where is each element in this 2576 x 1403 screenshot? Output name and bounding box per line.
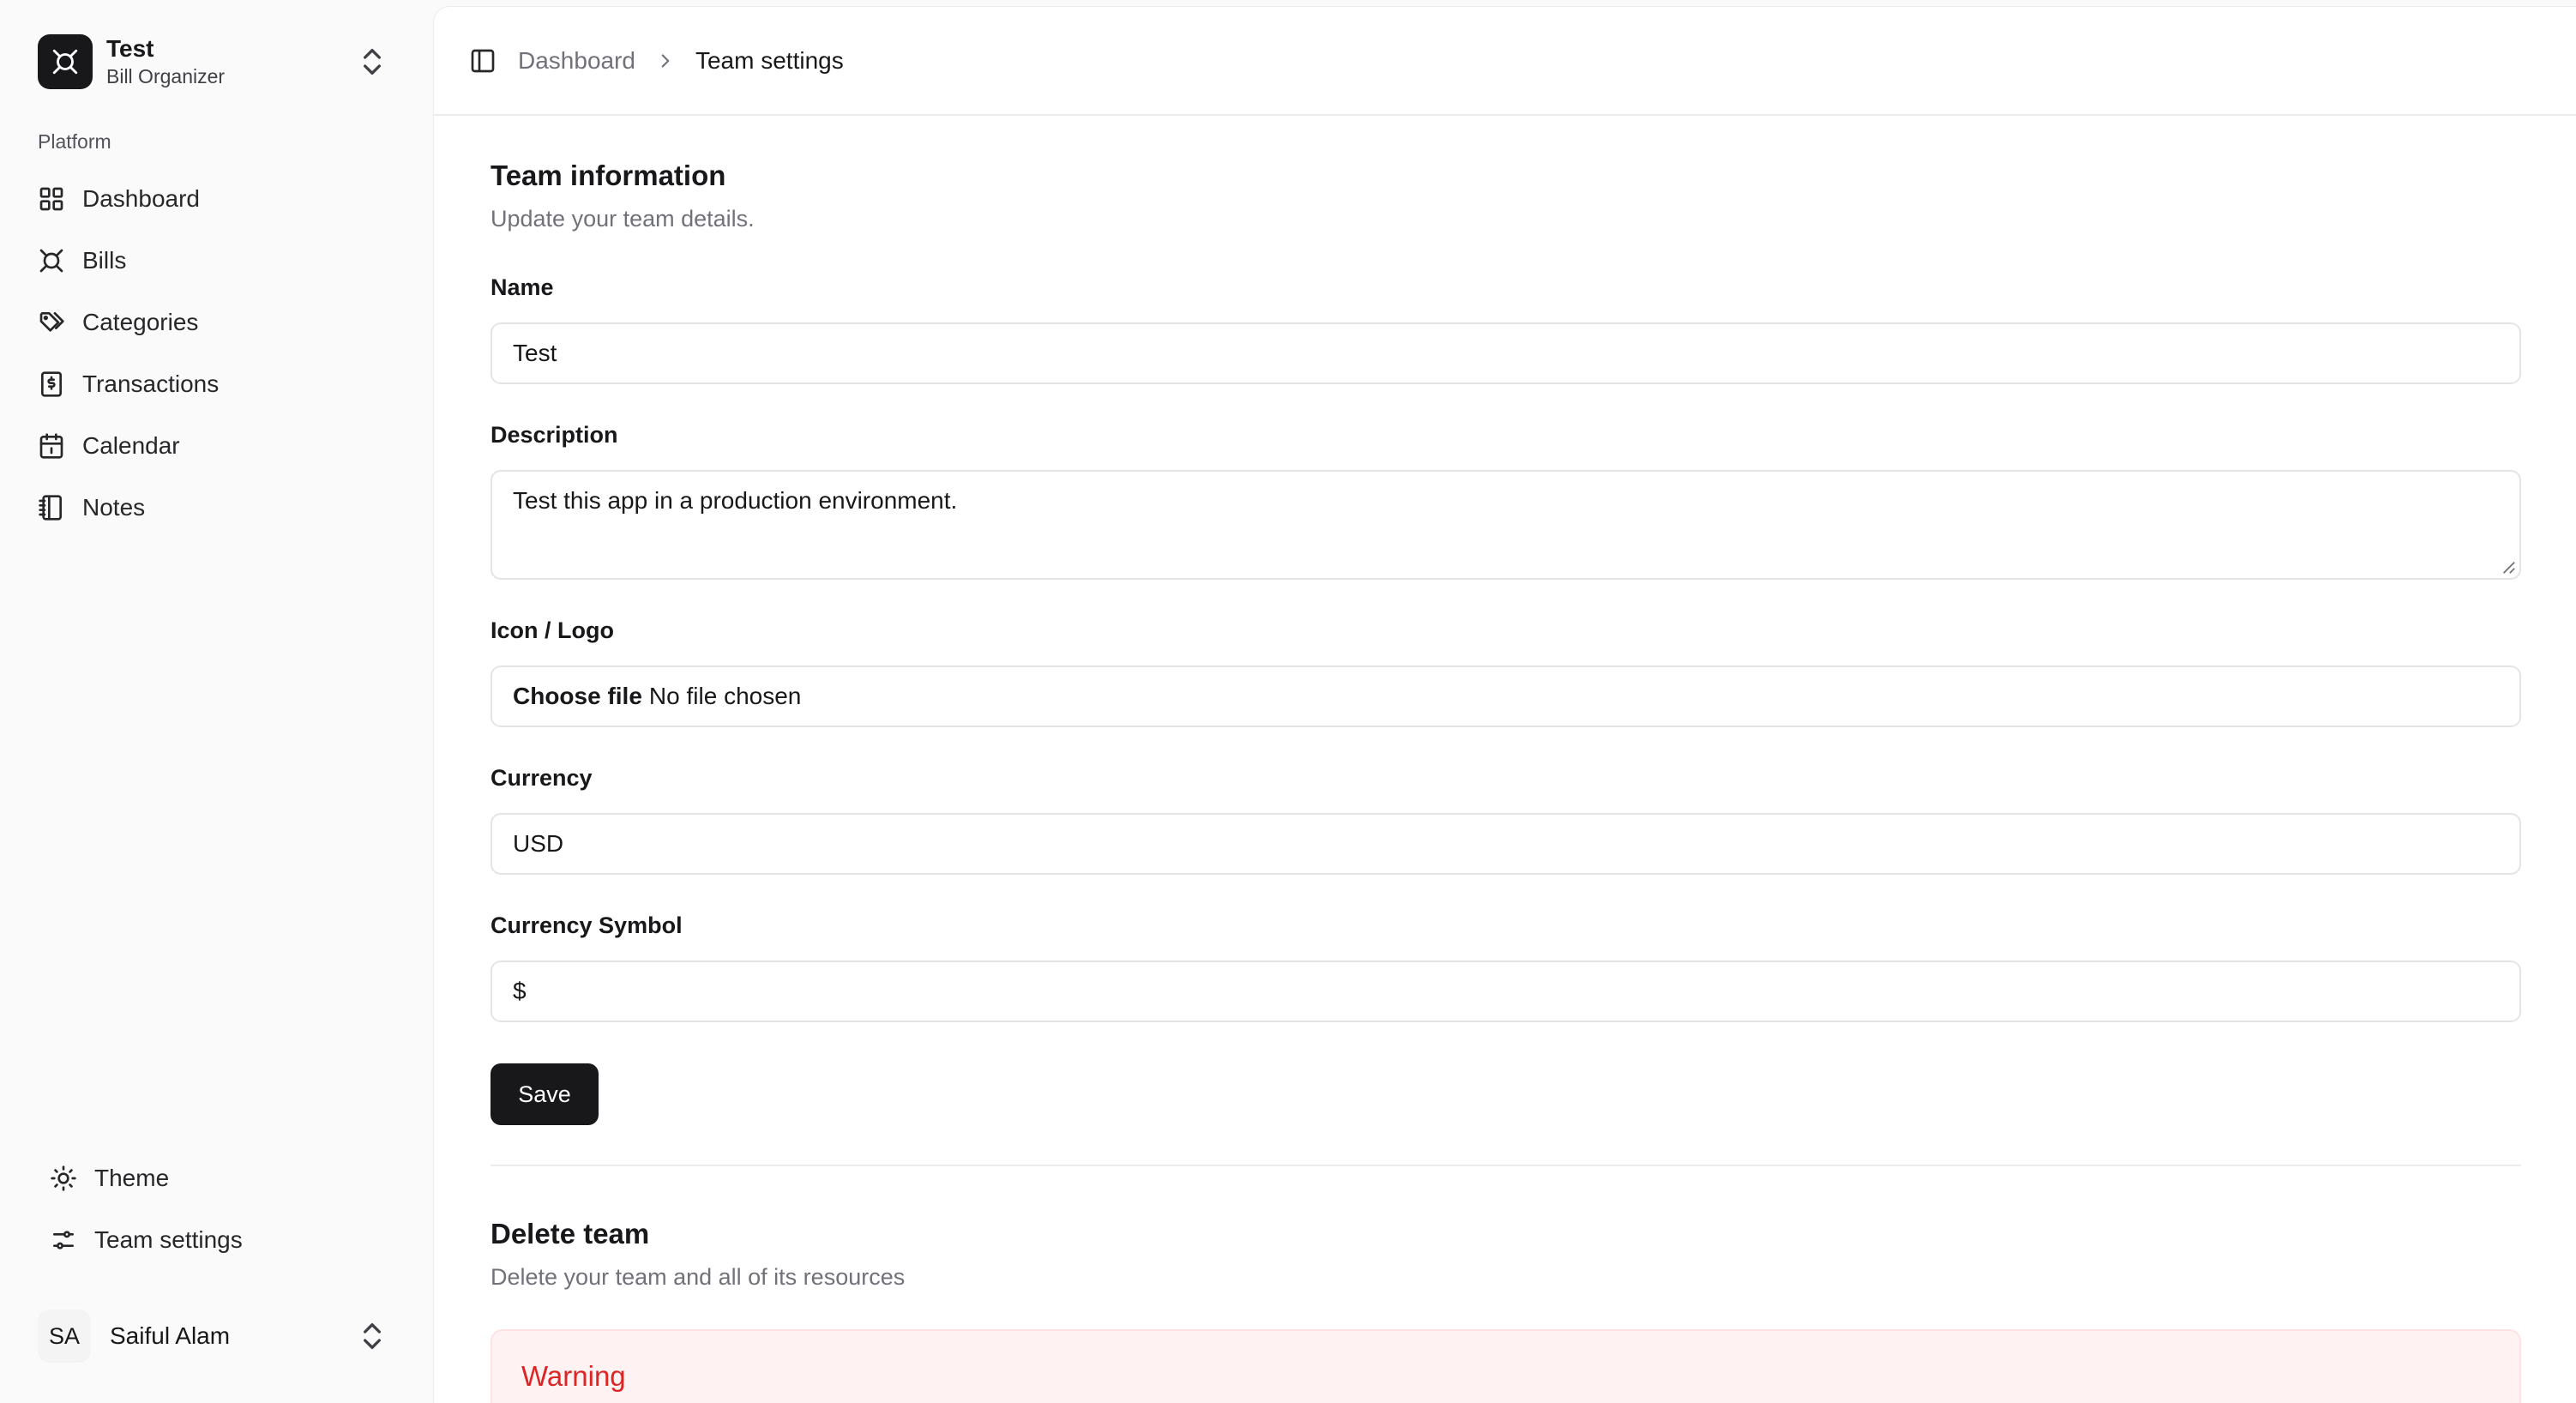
description-label: Description: [491, 422, 618, 448]
team-name: Test: [106, 35, 154, 62]
sidebar-item-notes[interactable]: Notes: [26, 477, 408, 539]
chevron-right-icon: [661, 53, 670, 68]
description-textarea[interactable]: Test this app in a production environmen…: [491, 470, 2521, 580]
sidebar-item-calendar[interactable]: Calendar: [26, 415, 408, 477]
warning-alert: Warning: [491, 1329, 2521, 1403]
currency-input[interactable]: USD: [491, 813, 2521, 875]
name-label: Name: [491, 274, 554, 300]
sidebar-item-theme[interactable]: Theme: [38, 1147, 408, 1209]
sidebar-item-label: Notes: [82, 494, 146, 521]
currency-symbol-input[interactable]: $: [491, 960, 2521, 1022]
sidebar-item-dashboard[interactable]: Dashboard: [26, 168, 408, 230]
section-title-delete-team: Delete team: [491, 1218, 650, 1249]
bills-icon: [39, 249, 63, 273]
team-logo: [38, 34, 93, 89]
logo-file-input[interactable]: Choose file No file chosen: [491, 665, 2521, 727]
notebook-icon: [39, 495, 62, 521]
section-description: Update your team details.: [491, 206, 755, 232]
currency-label: Currency: [491, 765, 593, 791]
section-title-team-information: Team information: [491, 160, 726, 191]
sidebar-item-label: Categories: [82, 309, 199, 335]
breadcrumb-current: Team settings: [695, 46, 844, 74]
name-input[interactable]: Test: [491, 322, 2521, 384]
breadcrumb-dashboard-link[interactable]: Dashboard: [518, 47, 635, 75]
sidebar-item-label: Transactions: [82, 370, 220, 397]
receipt-icon: [41, 371, 62, 397]
team-subtitle: Bill Organizer: [106, 65, 226, 87]
sidebar-item-team-settings[interactable]: Team settings: [38, 1209, 408, 1271]
tags-icon: [39, 312, 64, 332]
avatar: SA: [38, 1310, 91, 1363]
warning-title: Warning: [521, 1360, 626, 1392]
sidebar-item-label: Theme: [94, 1165, 170, 1191]
calendar-icon: [39, 433, 63, 459]
main-panel: Dashboard Team settings Team information…: [434, 7, 2576, 1403]
sun-icon: [51, 1165, 76, 1191]
grid-icon: [39, 187, 63, 211]
panel-left-icon: [471, 49, 495, 72]
resize-handle-icon[interactable]: [2501, 559, 2516, 575]
team-switcher[interactable]: Test Bill Organizer: [26, 26, 408, 98]
sliders-icon: [53, 1231, 74, 1249]
currency-symbol-input-value: $: [513, 978, 527, 1004]
sidebar-toggle-button[interactable]: [466, 45, 499, 77]
chevrons-up-down-icon: [364, 1323, 381, 1349]
nav-group-label: Platform: [38, 130, 111, 153]
chevrons-up-down-icon: [364, 49, 381, 75]
sidebar: Test Bill Organizer Platform Dashboard B…: [0, 0, 434, 1403]
sidebar-item-categories[interactable]: Categories: [26, 292, 408, 353]
secondary-nav: Theme Team settings: [38, 1147, 408, 1271]
sidebar-item-label: Calendar: [82, 432, 180, 459]
currency-symbol-label: Currency Symbol: [491, 912, 683, 938]
choose-file-button[interactable]: Choose file: [513, 683, 642, 710]
name-input-value: Test: [513, 340, 557, 366]
save-button[interactable]: Save: [491, 1063, 599, 1125]
sidebar-item-label: Bills: [82, 247, 127, 274]
section-divider: [491, 1165, 2521, 1166]
sidebar-item-bills[interactable]: Bills: [26, 230, 408, 292]
currency-input-value: USD: [513, 830, 564, 857]
breadcrumb: Dashboard Team settings: [518, 47, 844, 75]
sidebar-item-label: Team settings: [94, 1226, 243, 1253]
sidebar-item-transactions[interactable]: Transactions: [26, 353, 408, 415]
sidebar-item-label: Dashboard: [82, 185, 200, 212]
user-name: Saiful Alam: [110, 1322, 231, 1349]
user-menu[interactable]: SA Saiful Alam: [26, 1304, 408, 1369]
file-status: No file chosen: [648, 683, 802, 709]
page-header: Dashboard Team settings: [434, 7, 2576, 116]
logo-label: Icon / Logo: [491, 617, 614, 643]
bills-icon: [52, 49, 78, 75]
main-nav: Dashboard Bills Categories Transactions …: [26, 168, 408, 539]
description-textarea-value: Test this app in a production environmen…: [513, 487, 958, 514]
section-description: Delete your team and all of its resource…: [491, 1264, 906, 1290]
